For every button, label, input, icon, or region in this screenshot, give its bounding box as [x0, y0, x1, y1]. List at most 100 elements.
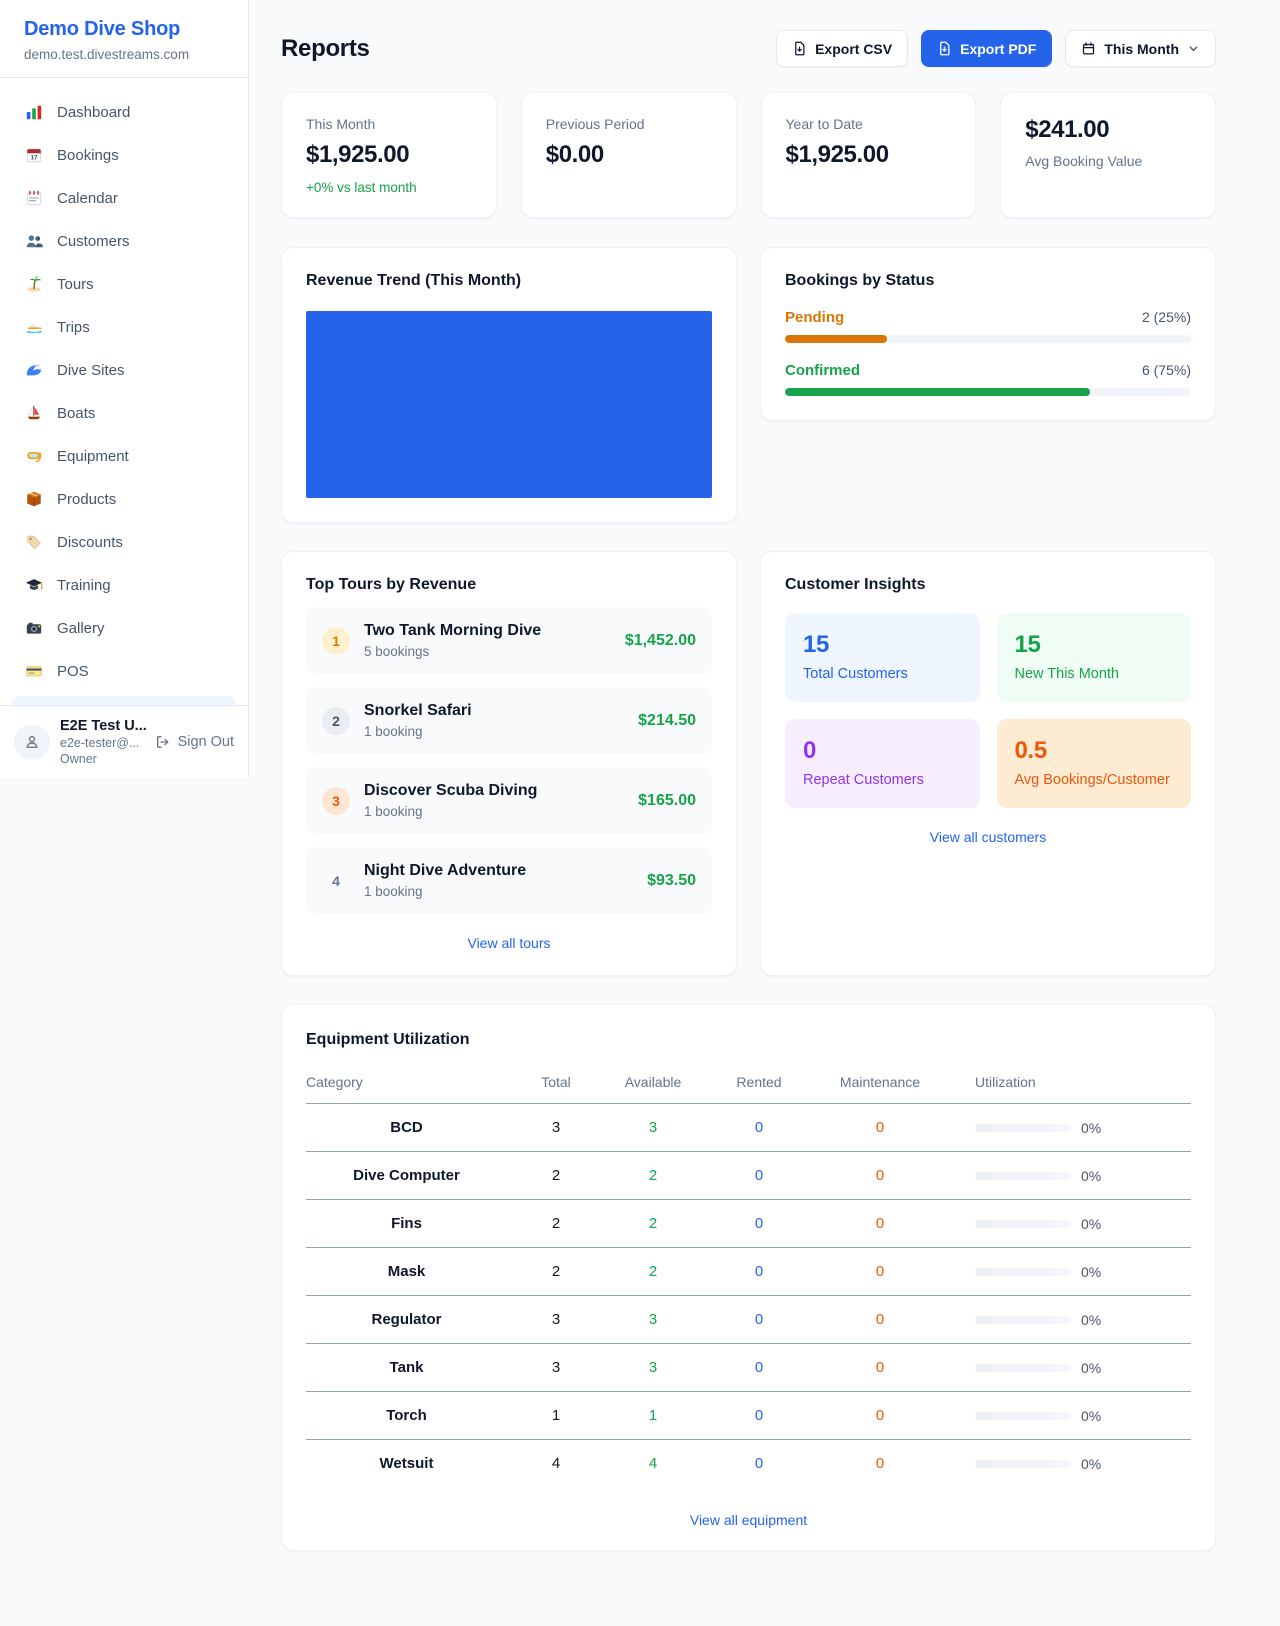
- cell-utilization: 0%: [951, 1200, 1191, 1248]
- credit-card-icon: [24, 661, 44, 681]
- tour-name: Night Dive Adventure: [364, 862, 633, 880]
- insight-label: Avg Bookings/Customer: [1015, 772, 1174, 788]
- sidebar-item-gallery[interactable]: Gallery: [12, 608, 236, 648]
- utilization-bar: [975, 1460, 1071, 1468]
- customer-insights-title: Customer Insights: [785, 576, 1191, 594]
- sidebar-item-dashboard[interactable]: Dashboard: [12, 92, 236, 132]
- cell-rented: 0: [709, 1440, 809, 1483]
- tour-revenue: $1,452.00: [625, 632, 696, 650]
- sailboat-icon: [24, 403, 44, 423]
- graduation-cap-icon: [24, 575, 44, 595]
- utilization-bar: [975, 1268, 1071, 1276]
- period-dropdown[interactable]: This Month: [1065, 30, 1216, 67]
- cell-maintenance: 0: [809, 1440, 951, 1483]
- main-content: Reports Export CSV Export PDF: [249, 0, 1280, 1626]
- insight-value: 15: [803, 631, 962, 659]
- cell-utilization: 0%: [951, 1296, 1191, 1344]
- cell-available: 2: [597, 1152, 709, 1200]
- sidebar-item-equipment[interactable]: Equipment: [12, 436, 236, 476]
- tour-bookings: 1 booking: [364, 884, 633, 899]
- sign-out-label: Sign Out: [178, 734, 234, 750]
- revenue-trend-card: Revenue Trend (This Month): [281, 247, 737, 523]
- cell-utilization: 0%: [951, 1152, 1191, 1200]
- equipment-utilization-card: Equipment Utilization CategoryTotalAvail…: [281, 1004, 1216, 1551]
- cell-maintenance: 0: [809, 1104, 951, 1152]
- table-row: Fins22000%: [306, 1200, 1191, 1248]
- utilization-bar: [975, 1172, 1071, 1180]
- utilization-percent: 0%: [1081, 1408, 1101, 1424]
- utilization-percent: 0%: [1081, 1456, 1101, 1472]
- insight-tile-new-this-month: 15New This Month: [997, 613, 1192, 702]
- view-all-tours-link[interactable]: View all tours: [306, 935, 712, 951]
- tour-name: Snorkel Safari: [364, 702, 624, 720]
- shop-domain: demo.test.divestreams.com: [24, 47, 224, 62]
- charts-row: Revenue Trend (This Month) Bookings by S…: [281, 247, 1216, 523]
- tour-revenue: $165.00: [638, 792, 696, 810]
- top-tours-title: Top Tours by Revenue: [306, 576, 712, 594]
- cell-category: Torch: [306, 1392, 515, 1440]
- column-header-category: Category: [306, 1064, 515, 1104]
- sidebar-item-discounts[interactable]: Discounts: [12, 522, 236, 562]
- cell-available: 1: [597, 1392, 709, 1440]
- user-meta: E2E Test U... e2e-tester@... Owner: [60, 718, 145, 766]
- chevron-down-icon: [1187, 42, 1200, 55]
- sidebar-item-tours[interactable]: Tours: [12, 264, 236, 304]
- cell-rented: 0: [709, 1392, 809, 1440]
- sidebar-item-calendar[interactable]: Calendar: [12, 178, 236, 218]
- camera-icon: [24, 618, 44, 638]
- cell-category: Regulator: [306, 1296, 515, 1344]
- export-csv-button[interactable]: Export CSV: [776, 30, 908, 67]
- column-header-rented: Rented: [709, 1064, 809, 1104]
- cell-maintenance: 0: [809, 1248, 951, 1296]
- table-row: Torch11000%: [306, 1392, 1191, 1440]
- cell-maintenance: 0: [809, 1296, 951, 1344]
- sidebar-item-dive-sites[interactable]: Dive Sites: [12, 350, 236, 390]
- sidebar-item-customers[interactable]: Customers: [12, 221, 236, 261]
- stat-card-previous-period: Previous Period $0.00: [521, 92, 737, 218]
- user-role: Owner: [60, 752, 145, 766]
- view-all-equipment-link[interactable]: View all equipment: [306, 1512, 1191, 1528]
- person-icon: [23, 733, 41, 751]
- sidebar-nav: Dashboard 17Bookings Calendar Customers Tour…: [0, 78, 248, 705]
- column-header-available: Available: [597, 1064, 709, 1104]
- sidebar-item-training[interactable]: Training: [12, 565, 236, 605]
- export-pdf-button[interactable]: Export PDF: [921, 30, 1052, 67]
- stats-grid: This Month $1,925.00 +0% vs last month P…: [281, 92, 1216, 218]
- sidebar-item-products[interactable]: Products: [12, 479, 236, 519]
- table-row: Regulator33000%: [306, 1296, 1191, 1344]
- sidebar-item-label: Tours: [57, 276, 94, 293]
- dashboard-icon: [24, 102, 44, 122]
- rank-badge: 2: [322, 707, 350, 735]
- view-all-customers-link[interactable]: View all customers: [785, 829, 1191, 845]
- sidebar-item-label: Calendar: [57, 190, 118, 207]
- document-download-icon: [937, 41, 952, 56]
- top-tours-card: Top Tours by Revenue 1Two Tank Morning D…: [281, 551, 737, 976]
- cell-utilization: 0%: [951, 1248, 1191, 1296]
- sidebar-item-label: Dashboard: [57, 104, 130, 121]
- tour-row: 1Two Tank Morning Dive5 bookings$1,452.0…: [306, 607, 712, 674]
- insight-tile-repeat-customers: 0Repeat Customers: [785, 719, 980, 808]
- cell-category: BCD: [306, 1104, 515, 1152]
- cell-available: 3: [597, 1344, 709, 1392]
- sidebar-item-bookings[interactable]: 17Bookings: [12, 135, 236, 175]
- cell-available: 2: [597, 1248, 709, 1296]
- status-progress-fill: [785, 335, 887, 343]
- insight-tile-total-customers: 15Total Customers: [785, 613, 980, 702]
- status-bars: Pending2 (25%)Confirmed6 (75%): [785, 309, 1191, 396]
- tag-icon: [24, 532, 44, 552]
- sign-out-button[interactable]: Sign Out: [155, 734, 234, 750]
- insight-value: 15: [1015, 631, 1174, 659]
- stat-card-year-to-date: Year to Date $1,925.00: [761, 92, 977, 218]
- tour-name: Discover Scuba Diving: [364, 782, 624, 800]
- status-count: 2 (25%): [1142, 309, 1191, 325]
- cell-rented: 0: [709, 1344, 809, 1392]
- sidebar-item-trips[interactable]: Trips: [12, 307, 236, 347]
- package-icon: [24, 489, 44, 509]
- cell-total: 3: [515, 1104, 597, 1152]
- sidebar-item-label: Customers: [57, 233, 130, 250]
- cell-category: Tank: [306, 1344, 515, 1392]
- sidebar-item-boats[interactable]: Boats: [12, 393, 236, 433]
- sidebar-item-pos[interactable]: POS: [12, 651, 236, 691]
- dive-mask-icon: [24, 446, 44, 466]
- speedboat-icon: [24, 317, 44, 337]
